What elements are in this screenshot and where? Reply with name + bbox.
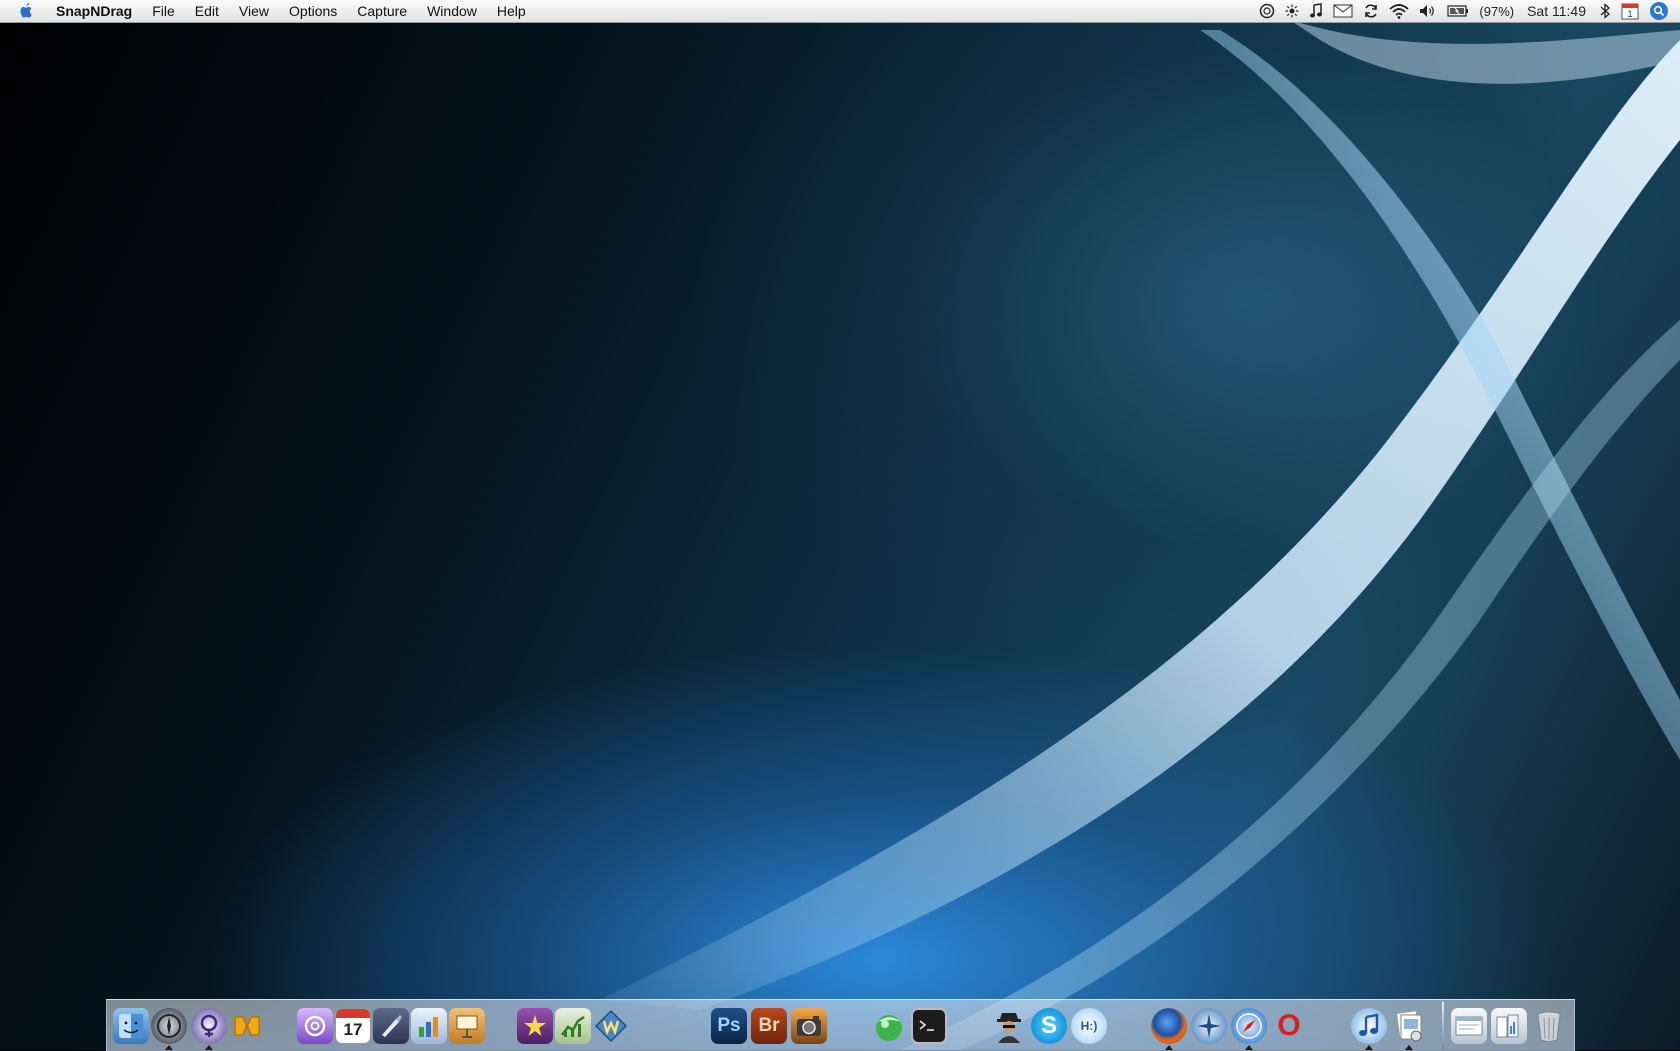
agent-icon[interactable] [991, 1008, 1027, 1044]
sync-icon[interactable] [1363, 3, 1379, 19]
mail-icon[interactable] [1333, 4, 1353, 18]
documents-stack-icon[interactable] [1491, 1008, 1527, 1044]
photoshop-icon[interactable]: Ps [711, 1008, 747, 1044]
camino-icon[interactable] [1191, 1008, 1227, 1044]
music-note-icon[interactable] [1309, 3, 1323, 19]
battery-percent: (97%) [1479, 3, 1515, 19]
brightness-icon[interactable] [1285, 4, 1299, 18]
nuvola-icon[interactable] [229, 1008, 265, 1044]
calendar-icon[interactable]: 1 [1621, 2, 1639, 20]
stock-chart-icon[interactable] [555, 1008, 591, 1044]
dock-separator [1442, 1002, 1444, 1049]
chat-bubble-icon[interactable]: H:) [1071, 1008, 1107, 1044]
pen-tool-icon[interactable] [373, 1008, 409, 1044]
menu-file[interactable]: File [142, 0, 185, 22]
menu-edit[interactable]: Edit [185, 0, 229, 22]
calendar-day: 1 [1627, 9, 1632, 19]
firefox-icon[interactable] [1151, 1008, 1187, 1044]
menu-options[interactable]: Options [279, 0, 347, 22]
menu-window[interactable]: Window [417, 0, 487, 22]
running-indicator [1165, 1045, 1173, 1050]
safari-icon[interactable] [1231, 1008, 1267, 1044]
menu-bar: SnapNDrag File Edit View Options Capture… [0, 0, 1680, 23]
wifi-icon[interactable] [1389, 3, 1410, 19]
running-indicator [205, 1045, 213, 1050]
iphoto-icon[interactable] [791, 1008, 827, 1044]
ical-date: 17 [343, 1020, 363, 1039]
running-indicator [1245, 1045, 1253, 1050]
status-area: (97%) Sat 11:49 1 [1254, 0, 1680, 22]
running-indicator [1405, 1045, 1413, 1050]
ball-app-icon[interactable] [871, 1008, 907, 1044]
menu-help[interactable]: Help [487, 0, 536, 22]
skype-label: S [1040, 1012, 1057, 1039]
chat-bubble-label: H:) [1080, 1019, 1098, 1033]
itunes-icon[interactable] [1351, 1008, 1387, 1044]
volume-icon[interactable] [1419, 4, 1437, 18]
mail-stamp-icon[interactable] [297, 1008, 333, 1044]
skype-icon[interactable]: S [1031, 1008, 1067, 1044]
clock[interactable]: Sat 11:49 [1527, 3, 1586, 19]
dock: 17 Ps Br S H:) O [106, 999, 1575, 1051]
timer-icon[interactable] [1259, 3, 1275, 19]
spotlight-icon[interactable] [1650, 2, 1668, 20]
wallpaper-swoosh [600, 20, 1680, 1050]
opera-icon[interactable]: O [1271, 1008, 1307, 1044]
menu-capture[interactable]: Capture [347, 0, 417, 22]
finder-icon[interactable] [113, 1008, 149, 1044]
running-indicator [1365, 1045, 1373, 1050]
aperture-star-icon[interactable] [517, 1008, 553, 1044]
terminal-icon[interactable] [911, 1008, 947, 1044]
trash-icon[interactable] [1531, 1008, 1567, 1044]
wordpress-icon[interactable] [593, 1008, 629, 1044]
bluetooth-icon[interactable] [1599, 3, 1611, 19]
downloads-stack-icon[interactable] [1451, 1008, 1487, 1044]
running-indicator [165, 1045, 173, 1050]
photoshop-label: Ps [717, 1015, 741, 1036]
ical-icon[interactable]: 17 [335, 1008, 371, 1044]
menu-app-name[interactable]: SnapNDrag [54, 0, 142, 22]
keynote-icon[interactable] [449, 1008, 485, 1044]
desktop-background [0, 0, 1680, 1050]
numbers-chart-icon[interactable] [411, 1008, 447, 1044]
adium-icon[interactable] [191, 1008, 227, 1044]
opera-label: O [1277, 1009, 1301, 1042]
compass-app-icon[interactable] [151, 1008, 187, 1044]
battery-icon[interactable] [1447, 5, 1469, 17]
preview-icon[interactable] [1391, 1008, 1427, 1044]
menu-view[interactable]: View [229, 0, 279, 22]
bridge-icon[interactable]: Br [751, 1008, 787, 1044]
apple-menu-icon[interactable] [18, 2, 36, 20]
bridge-label: Br [758, 1015, 780, 1036]
